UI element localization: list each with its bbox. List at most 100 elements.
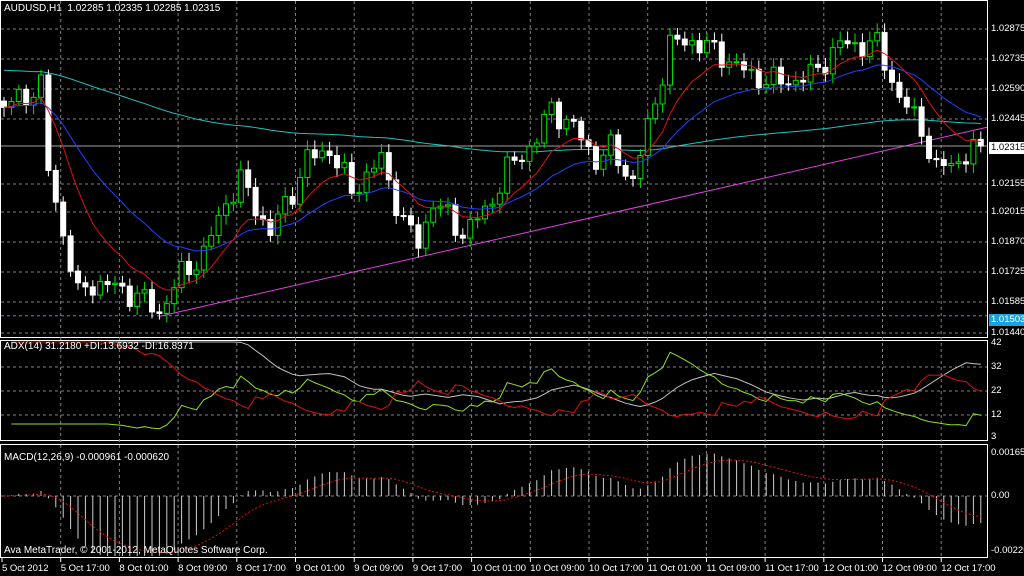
candle-body [282, 196, 289, 215]
candle-body [659, 84, 666, 105]
trendline [159, 126, 988, 317]
adx-axis-label: 42 [991, 337, 1002, 348]
candle-body [149, 289, 155, 313]
candle-body [881, 32, 888, 71]
candle-body [785, 83, 792, 86]
macd-axis-label: -0.00226 [991, 545, 1024, 556]
candle-body [741, 61, 747, 71]
ma-slow-line [3, 69, 981, 153]
candle-body [689, 40, 696, 46]
symbol-header: AUDUSD,H1 1.02285 1.02335 1.02285 1.0231… [4, 3, 220, 14]
candle-body [208, 234, 215, 247]
price-axis-label: 1.01725 [991, 266, 1024, 277]
price-axis-label: 1.02445 [991, 113, 1024, 124]
candle-body [52, 169, 59, 203]
candle-body [578, 120, 585, 141]
candle-body [496, 192, 503, 205]
current-price-tag: 1.02315 [989, 142, 1024, 154]
candle-body [667, 34, 673, 86]
macd-axis-label: 0.00165 [991, 447, 1024, 458]
candle-body [163, 303, 170, 314]
time-axis-label: 8 Oct 09:00 [178, 563, 228, 574]
candle-body [126, 285, 133, 307]
candle-body [422, 221, 429, 249]
candle-body [940, 159, 947, 167]
candle-body [652, 103, 659, 120]
ma-mid-line [3, 64, 981, 252]
candle-body [141, 289, 148, 294]
candle-body [778, 66, 784, 85]
time-axis-label: 10 Oct 01:00 [471, 563, 526, 574]
price-axis-label: 1.01585 [991, 296, 1024, 307]
candle-body [326, 150, 333, 157]
candle-body [837, 40, 844, 49]
candle-body [859, 42, 866, 58]
candle-body [393, 179, 400, 217]
price-axis-label: 1.02155 [991, 178, 1024, 189]
candle-body [356, 192, 363, 195]
candle-body [755, 68, 762, 89]
candle-body [556, 101, 562, 130]
time-axis-label: 12 Oct 09:00 [882, 563, 937, 574]
candle-body [889, 69, 895, 83]
candle-body [334, 155, 340, 169]
time-axis-label: 10 Oct 09:00 [530, 563, 585, 574]
candle-body [622, 165, 629, 177]
candle-body [770, 66, 777, 86]
candle-body [482, 205, 488, 220]
price-axis-label: 1.02015 [991, 206, 1024, 217]
time-axis-label: 8 Oct 01:00 [119, 563, 169, 574]
candle-body [548, 101, 555, 116]
candle-body [97, 281, 104, 296]
time-axis-label: 5 Oct 2012 [2, 563, 49, 574]
candle-body [459, 234, 466, 239]
candle-body [526, 145, 533, 162]
time-axis-label: 9 Oct 09:00 [354, 563, 404, 574]
candle-body [792, 79, 799, 86]
candle-body [733, 61, 740, 64]
candle-body [430, 207, 437, 223]
candle-body [193, 269, 200, 275]
candle-body [378, 152, 385, 169]
candle-body [415, 224, 422, 249]
time-axis-label: 11 Oct 09:00 [706, 563, 761, 574]
candle-body [977, 138, 984, 147]
candle-body [511, 156, 518, 161]
candle-body [75, 270, 81, 284]
candle-body [23, 88, 30, 106]
candle-body [948, 162, 955, 167]
candle-body [963, 161, 969, 165]
candle-body [112, 282, 118, 286]
candle-body [933, 157, 940, 161]
price-chart[interactable] [0, 0, 1024, 576]
candle-body [363, 171, 370, 194]
candle-body [681, 38, 688, 46]
candle-body [852, 42, 858, 45]
price-axis-label: 1.02590 [991, 83, 1024, 94]
candle-body [1, 100, 7, 108]
candle-body [807, 63, 814, 83]
candle-body [15, 88, 22, 103]
candle-body [763, 84, 770, 89]
high-value: 1.02335 [106, 3, 143, 14]
candle-body [304, 149, 311, 179]
candle-body [45, 74, 52, 171]
candle-body [445, 204, 451, 207]
candle-body [748, 68, 755, 71]
candle-body [82, 282, 89, 288]
candle-body [800, 79, 807, 83]
candle-body [637, 154, 644, 179]
time-axis-label: 8 Oct 17:00 [236, 563, 286, 574]
candle-body [593, 146, 599, 170]
candle-body [60, 201, 67, 237]
candle-body [926, 135, 932, 159]
candle-body [718, 41, 725, 68]
candle-body [104, 281, 111, 286]
candle-body [918, 106, 925, 137]
price-axis-label: 1.01870 [991, 236, 1024, 247]
candle-body [704, 39, 710, 54]
adx-axis-label: 3 [991, 431, 997, 442]
adx-axis-label: 22 [991, 385, 1002, 396]
candle-body [186, 260, 192, 275]
candle-body [674, 34, 681, 40]
